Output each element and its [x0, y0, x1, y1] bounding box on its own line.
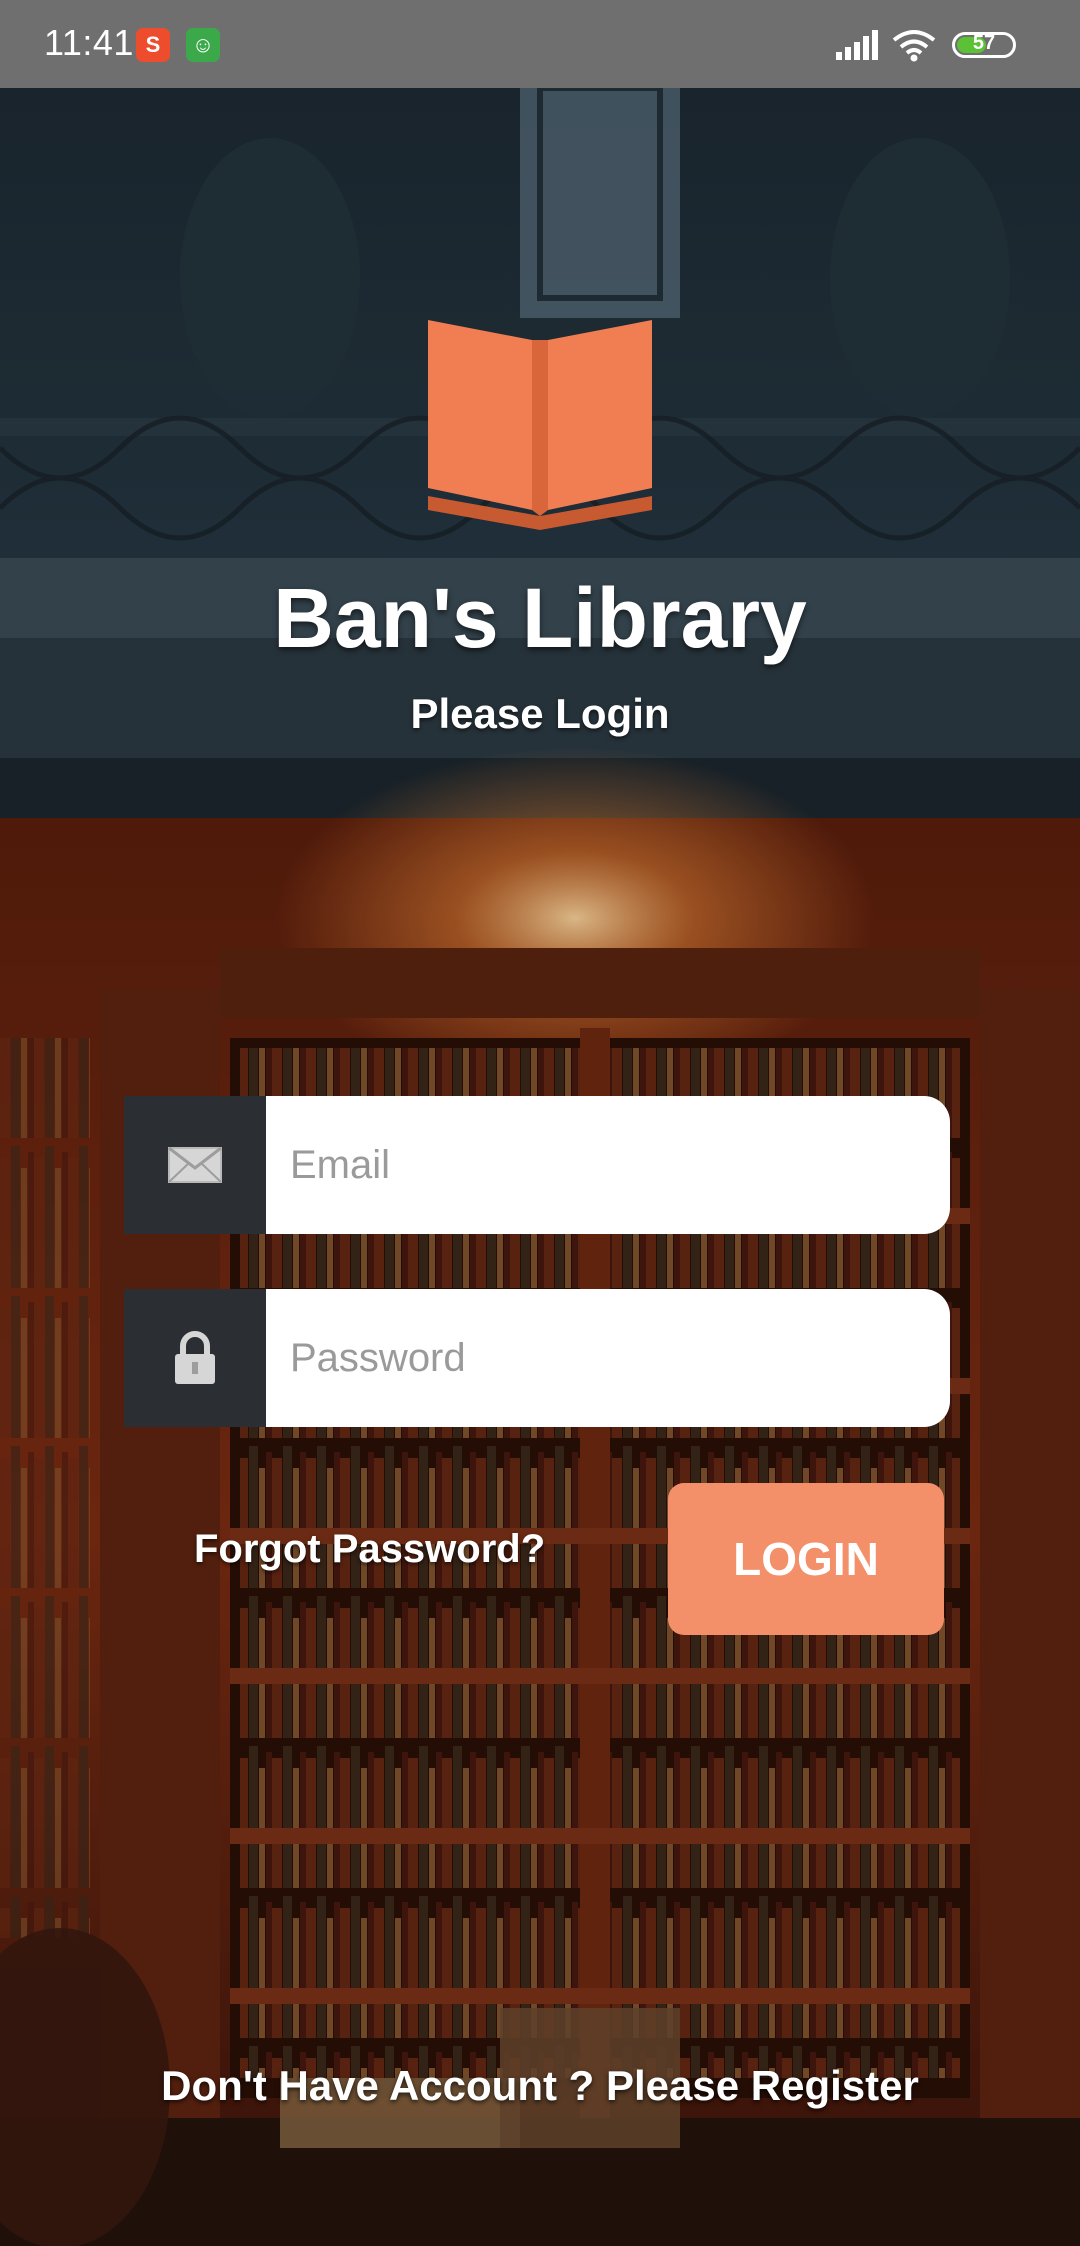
email-field-group	[124, 1096, 950, 1234]
status-time: 11:41	[44, 22, 134, 63]
shopee-icon: S	[136, 28, 170, 62]
signal-icon	[836, 30, 878, 60]
battery-level: 57	[972, 32, 996, 54]
status-bar: 11:41 S ☺ 57	[0, 0, 1080, 88]
login-button[interactable]: LOGIN	[668, 1483, 944, 1635]
envelope-icon	[168, 1146, 222, 1183]
wifi-icon	[892, 30, 936, 62]
password-input[interactable]	[266, 1289, 950, 1427]
email-icon-box	[124, 1096, 266, 1234]
open-book-icon	[428, 320, 652, 530]
email-input[interactable]	[266, 1096, 950, 1234]
forgot-password-link[interactable]: Forgot Password?	[194, 1527, 545, 1572]
register-link[interactable]: Don't Have Account ? Please Register	[0, 2062, 1080, 2110]
password-icon-box	[124, 1289, 266, 1427]
password-field-group	[124, 1289, 950, 1427]
login-screen: 11:41 S ☺ 57 Ban's Library Please Login …	[0, 0, 1080, 2246]
battery-icon: 57	[952, 32, 1016, 58]
android-icon: ☺	[186, 28, 220, 62]
lock-icon	[175, 1331, 215, 1384]
app-title: Ban's Library	[273, 571, 807, 665]
page-subtitle: Please Login	[410, 690, 670, 737]
